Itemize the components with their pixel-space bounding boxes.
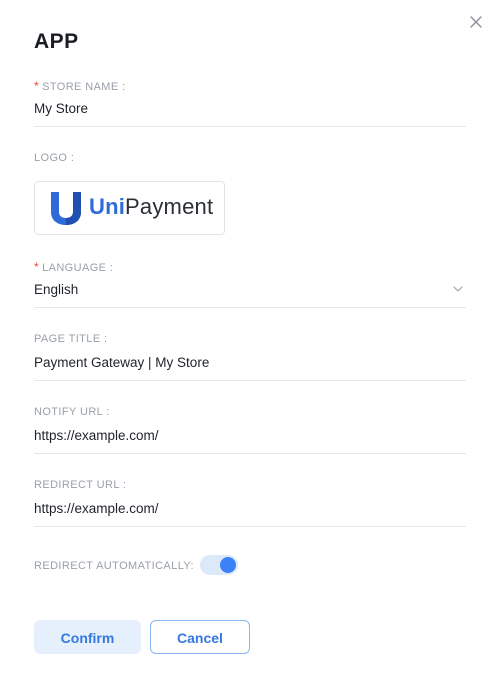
close-icon — [470, 16, 482, 28]
app-settings-dialog: APP * STORE NAME : My Store LOGO : UniPay… — [0, 0, 500, 688]
logo-label: LOGO : — [34, 152, 75, 164]
logo-wordmark: UniPayment — [89, 194, 214, 219]
unipayment-logo-mark — [51, 192, 81, 225]
logo-upload[interactable]: UniPayment — [34, 181, 225, 235]
page-title-input[interactable]: Payment Gateway | My Store — [34, 352, 466, 381]
required-mark: * — [34, 79, 40, 93]
notify-url-input[interactable]: https://example.com/ — [34, 425, 466, 454]
redirect-automatically-toggle[interactable] — [200, 555, 238, 575]
store-name-value: My Store — [34, 101, 89, 116]
notify-url-value: https://example.com/ — [34, 428, 159, 443]
page-title-label: PAGE TITLE : — [34, 333, 108, 345]
store-name-input[interactable]: My Store — [34, 98, 466, 127]
redirect-url-value: https://example.com/ — [34, 501, 159, 516]
confirm-button[interactable]: Confirm — [34, 620, 141, 654]
close-button[interactable] — [466, 12, 486, 32]
dialog-title: APP — [34, 30, 79, 53]
store-name-label: * STORE NAME : — [34, 79, 126, 93]
language-select[interactable]: English — [34, 279, 466, 308]
redirect-url-input[interactable]: https://example.com/ — [34, 498, 466, 527]
toggle-knob — [220, 557, 236, 573]
redirect-automatically-label: REDIRECT AUTOMATICALLY: — [34, 560, 194, 572]
redirect-url-label: REDIRECT URL : — [34, 479, 127, 491]
page-title-value: Payment Gateway | My Store — [34, 355, 210, 370]
chevron-down-icon — [453, 286, 463, 292]
required-mark: * — [34, 260, 40, 274]
language-label: * LANGUAGE : — [34, 260, 114, 274]
cancel-button[interactable]: Cancel — [150, 620, 250, 654]
notify-url-label: NOTIFY URL : — [34, 406, 110, 418]
language-value: English — [34, 282, 79, 297]
